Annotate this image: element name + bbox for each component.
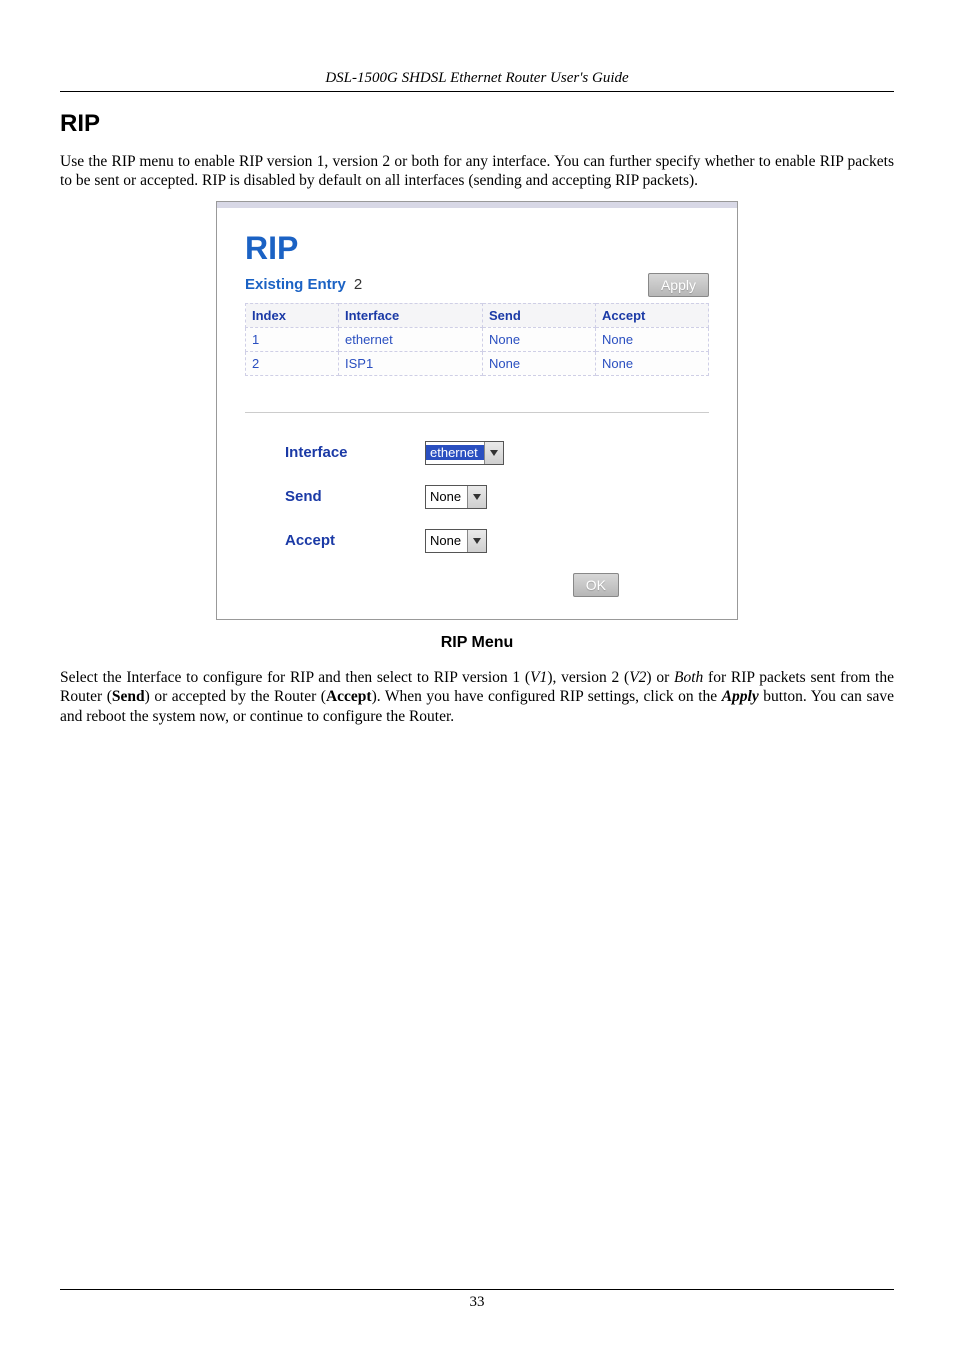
- cell-accept: None: [596, 327, 709, 351]
- chevron-down-icon: [484, 442, 503, 464]
- figure-caption: RIP Menu: [60, 634, 894, 652]
- apply-button[interactable]: Apply: [648, 273, 709, 297]
- cell-send: None: [483, 351, 596, 375]
- col-index: Index: [246, 303, 339, 327]
- table-row: 1 ethernet None None: [246, 327, 709, 351]
- section-heading: RIP: [60, 110, 894, 138]
- accept-select-value: None: [426, 533, 467, 548]
- table-row: 2 ISP1 None None: [246, 351, 709, 375]
- interface-select-value: ethernet: [426, 445, 484, 460]
- page-footer: 33: [60, 1289, 894, 1311]
- divider: [245, 412, 709, 413]
- outro-paragraph: Select the Interface to configure for RI…: [60, 668, 894, 726]
- existing-entry-label: Existing Entry: [245, 276, 346, 293]
- send-select-value: None: [426, 489, 467, 504]
- header-title: DSL-1500G SHDSL Ethernet Router User's G…: [325, 70, 628, 86]
- chevron-down-icon: [467, 530, 486, 552]
- interface-select[interactable]: ethernet: [425, 441, 504, 465]
- chevron-down-icon: [467, 486, 486, 508]
- rip-entries-table: Index Interface Send Accept 1 ethernet N…: [245, 303, 709, 376]
- cell-index: 2: [246, 351, 339, 375]
- existing-entry-count: 2: [354, 276, 362, 293]
- cell-send: None: [483, 327, 596, 351]
- page-header: DSL-1500G SHDSL Ethernet Router User's G…: [60, 70, 894, 92]
- page-number: 33: [470, 1294, 485, 1310]
- send-select[interactable]: None: [425, 485, 487, 509]
- accept-select[interactable]: None: [425, 529, 487, 553]
- cell-interface: ISP1: [339, 351, 483, 375]
- cell-index: 1: [246, 327, 339, 351]
- col-send: Send: [483, 303, 596, 327]
- cell-interface: ethernet: [339, 327, 483, 351]
- rip-config-form: Interface ethernet Send None: [245, 441, 709, 597]
- rip-panel-title: RIP: [245, 230, 709, 267]
- ok-button[interactable]: OK: [573, 573, 619, 597]
- rip-figure: RIP Existing Entry 2 Apply Index Interfa…: [216, 201, 738, 620]
- col-accept: Accept: [596, 303, 709, 327]
- col-interface: Interface: [339, 303, 483, 327]
- send-label: Send: [285, 488, 425, 505]
- accept-label: Accept: [285, 532, 425, 549]
- interface-label: Interface: [285, 444, 425, 461]
- cell-accept: None: [596, 351, 709, 375]
- intro-paragraph: Use the RIP menu to enable RIP version 1…: [60, 152, 894, 191]
